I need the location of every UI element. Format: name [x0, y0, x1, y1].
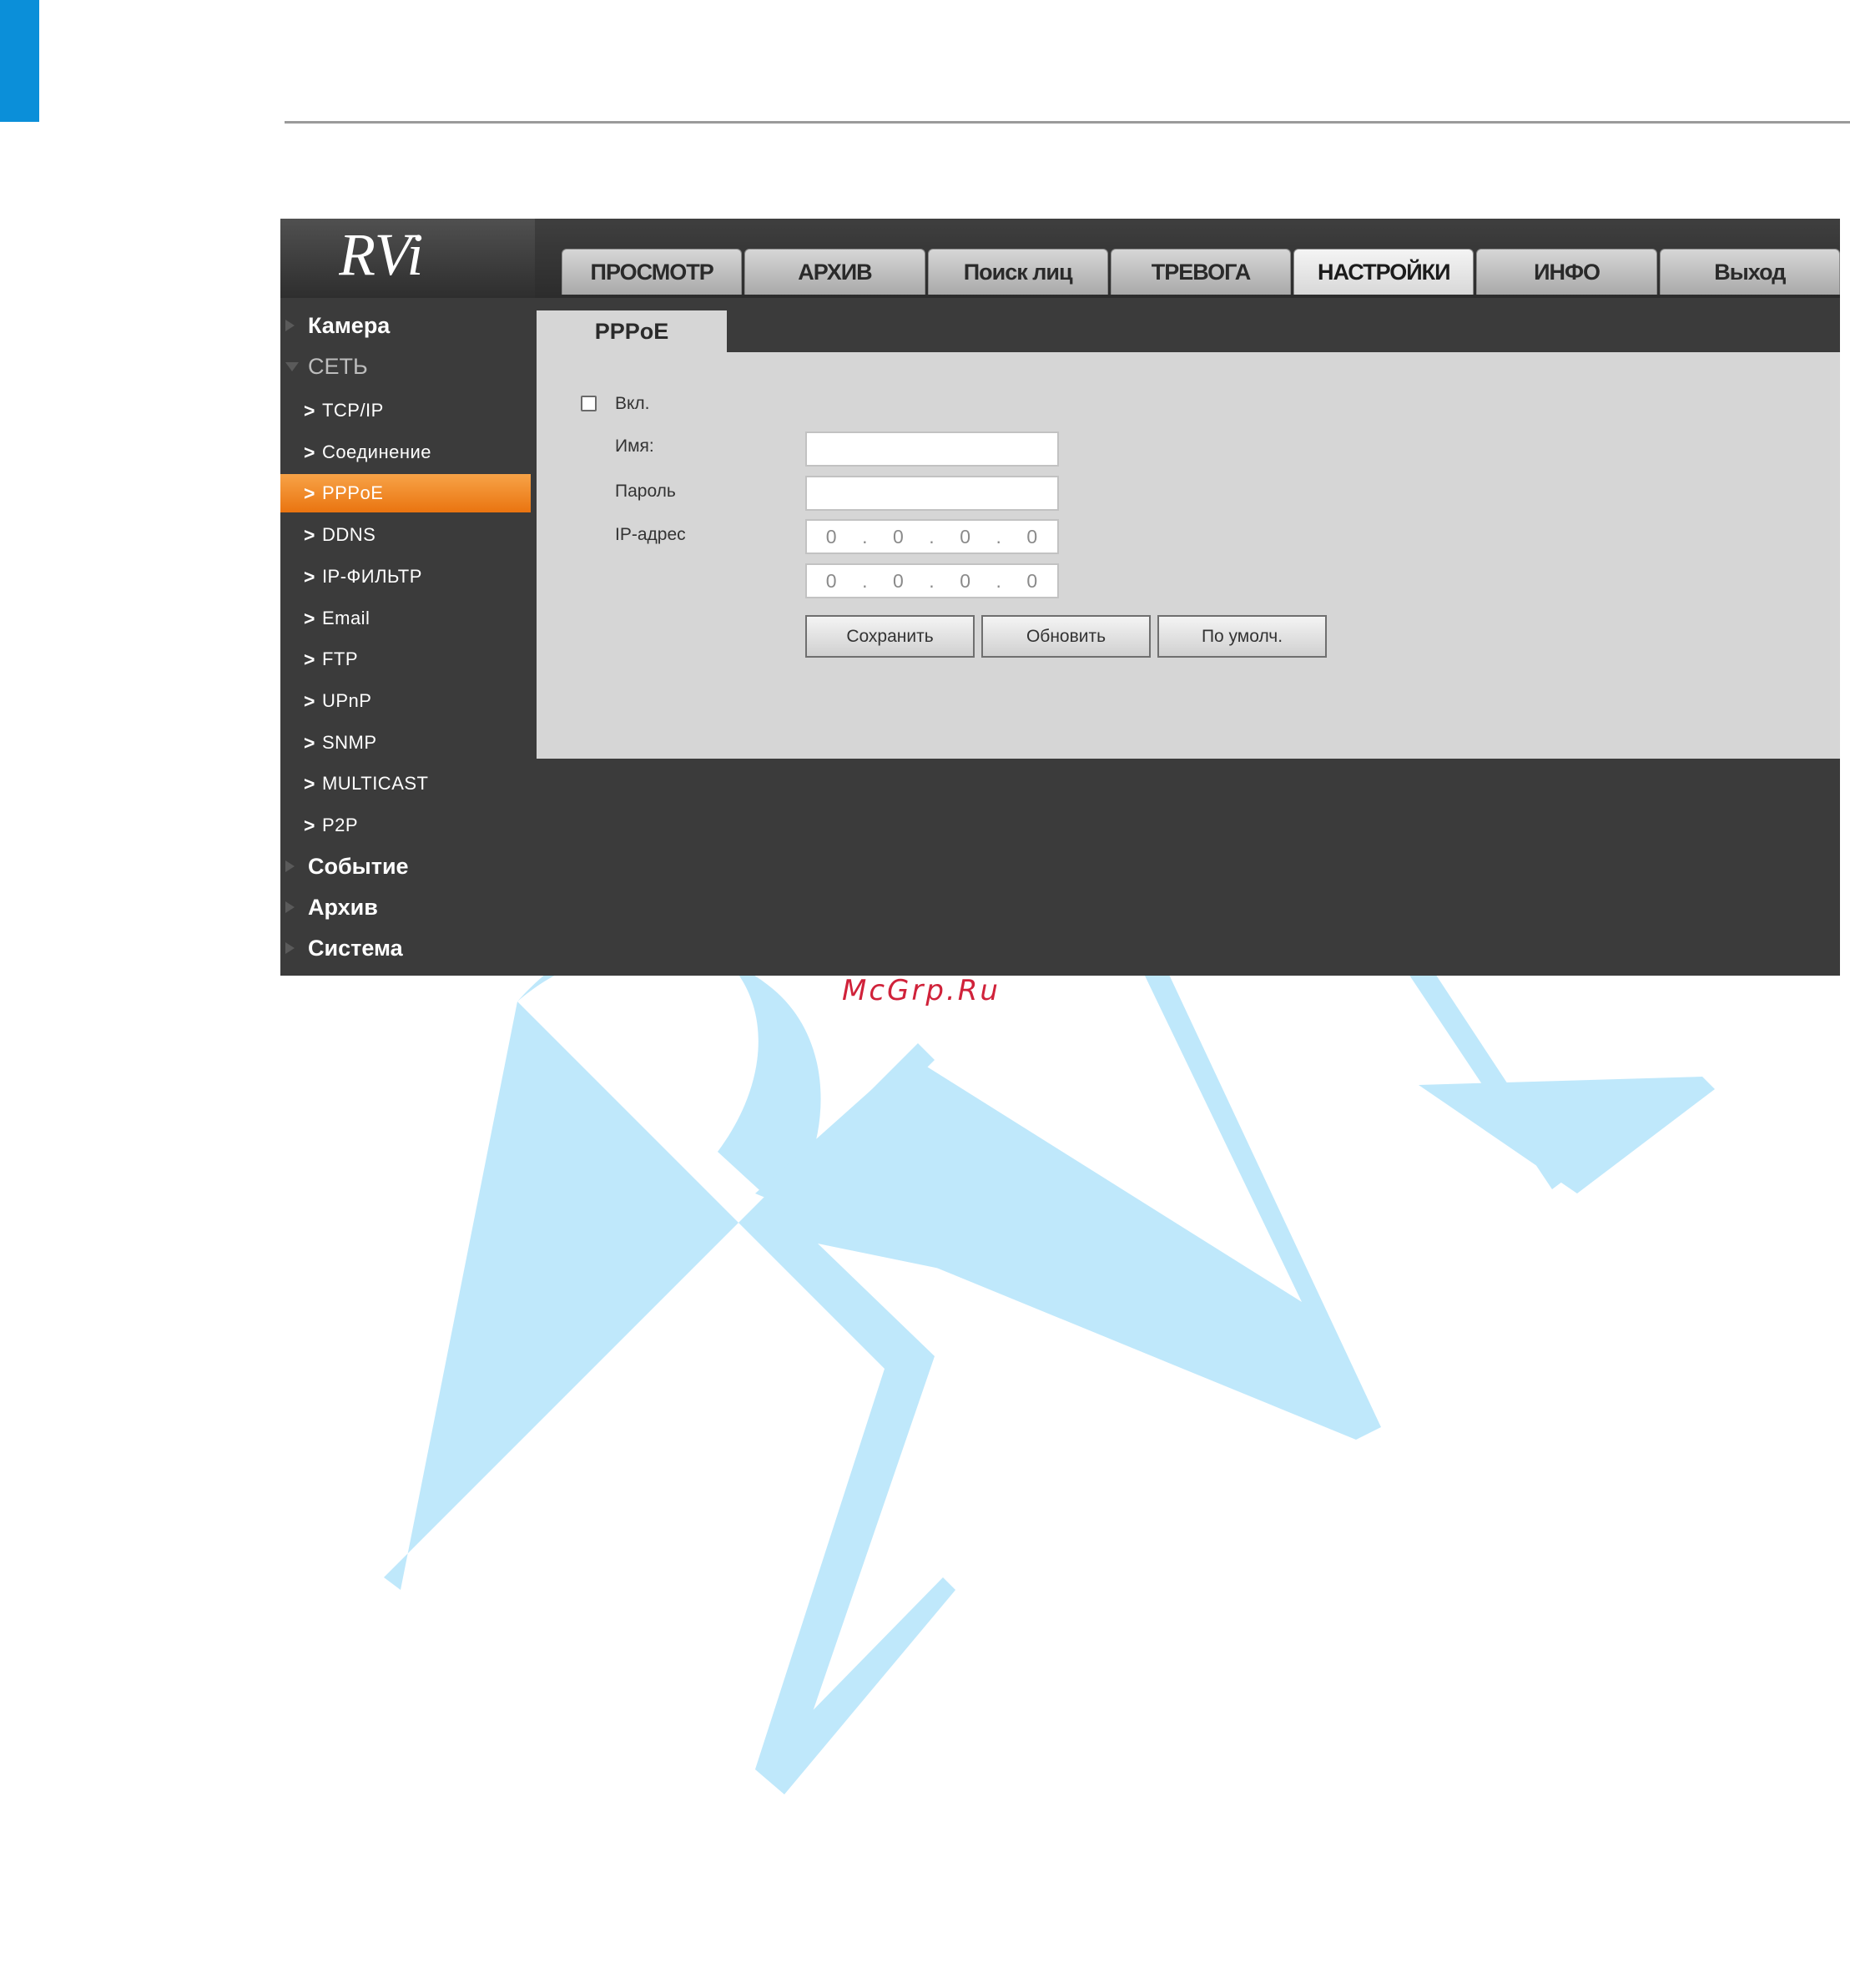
sidebar-item-label: MULTICAST [321, 773, 429, 794]
sidebar-item-snmp[interactable]: > SNMP [280, 724, 531, 762]
sidebar-group-network[interactable]: СЕТЬ [280, 347, 531, 386]
sidebar-group-archive[interactable]: Архив [280, 888, 531, 926]
sidebar-group-label: Камера [308, 312, 391, 338]
settings-sidebar: Камера СЕТЬ > TCP/IP > Соединение > PPPoE >… [280, 298, 531, 976]
ip-dot: . [929, 525, 935, 547]
ip-dot: . [996, 569, 1002, 592]
sidebar-item-label: PPPoE [321, 482, 384, 503]
chevron-right-icon: > [304, 689, 315, 712]
sidebar-group-event[interactable]: Событие [280, 847, 531, 886]
sidebar-item-pppoe[interactable]: > PPPoE [280, 474, 531, 512]
ip-address-input[interactable]: 0. 0. 0. 0 [805, 519, 1059, 554]
pppoe-form-panel: Вкл. Имя: Пароль IP-адрес 0. 0. 0. 0 0. … [537, 352, 1840, 759]
sidebar-group-label: Событие [308, 853, 409, 879]
collapsed-arrow-icon [285, 942, 295, 954]
sidebar-group-camera[interactable]: Камера [280, 306, 531, 345]
ip-dot: . [929, 569, 935, 592]
expanded-arrow-icon [285, 362, 299, 371]
enable-label: Вкл. [615, 394, 650, 413]
save-button[interactable]: Сохранить [805, 615, 975, 658]
username-input[interactable] [805, 431, 1059, 467]
sidebar-item-label: IP-ФИЛЬТР [321, 566, 422, 587]
refresh-button[interactable]: Обновить [981, 615, 1151, 658]
ip-address-input-2[interactable]: 0. 0. 0. 0 [805, 563, 1059, 598]
ip-octet: 0 [825, 569, 838, 592]
sidebar-item-tcpip[interactable]: > TCP/IP [280, 391, 531, 430]
chevron-right-icon: > [304, 814, 315, 836]
enable-checkbox[interactable] [581, 396, 597, 411]
tab-logout[interactable]: Выход [1659, 249, 1840, 295]
sidebar-group-label: СЕТЬ [308, 353, 368, 379]
sidebar-item-p2p[interactable]: > P2P [280, 806, 531, 845]
tab-face-search[interactable]: Поиск лиц [927, 249, 1108, 295]
chevron-right-icon: > [304, 523, 315, 546]
chevron-right-icon: > [304, 399, 315, 421]
ip-octet: 0 [825, 525, 838, 547]
rvi-logo-glyph: RVi [339, 223, 423, 288]
chevron-right-icon: > [304, 731, 315, 754]
dvr-web-interface: RVi ПРОСМОТР АРХИВ Поиск лиц ТРЕВОГА НАС… [280, 219, 1840, 976]
rvi-logo: RVi [280, 219, 535, 298]
ip-octet: 0 [892, 525, 905, 547]
subtab-strip [535, 298, 1840, 340]
main-tabs: ПРОСМОТР АРХИВ Поиск лиц ТРЕВОГА НАСТРОЙ… [562, 249, 1840, 295]
sidebar-item-label: Email [321, 608, 371, 628]
sidebar-item-label: DDNS [321, 524, 376, 545]
sidebar-item-label: P2P [321, 815, 359, 835]
chevron-right-icon: > [304, 565, 315, 588]
collapsed-arrow-icon [285, 901, 295, 913]
tab-alarm[interactable]: ТРЕВОГА [1110, 249, 1292, 295]
page-edge-bar [0, 0, 39, 122]
ip-dot: . [862, 525, 869, 547]
tab-archive[interactable]: АРХИВ [744, 249, 925, 295]
password-label: Пароль [615, 482, 676, 501]
default-button[interactable]: По умолч. [1157, 615, 1327, 658]
ip-octet: 0 [892, 569, 905, 592]
header-rule [285, 121, 1850, 124]
sidebar-group-system[interactable]: Система [280, 929, 531, 967]
sidebar-item-label: TCP/IP [321, 400, 384, 421]
chevron-right-icon: > [304, 441, 315, 463]
svg-text:RVi: RVi [339, 223, 423, 288]
ip-octet: 0 [1026, 569, 1039, 592]
chevron-right-icon: > [304, 607, 315, 629]
password-input[interactable] [805, 476, 1059, 511]
ip-octet: 0 [960, 525, 971, 547]
chevron-right-icon: > [304, 648, 315, 670]
sidebar-item-email[interactable]: > Email [280, 599, 531, 638]
chevron-right-icon: > [304, 772, 315, 795]
sidebar-item-multicast[interactable]: > MULTICAST [280, 764, 531, 803]
tab-settings[interactable]: НАСТРОЙКИ [1293, 249, 1474, 295]
sidebar-item-label: SNMP [321, 732, 377, 753]
ip-octet: 0 [960, 569, 971, 592]
tab-info[interactable]: ИНФО [1476, 249, 1657, 295]
sidebar-item-label: Соединение [321, 441, 431, 462]
site-watermark-text: McGrp.Ru [842, 974, 1001, 1007]
sidebar-item-connection[interactable]: > Соединение [280, 433, 531, 472]
sidebar-item-label: FTP [321, 648, 358, 669]
ip-octet: 0 [1026, 525, 1039, 547]
collapsed-arrow-icon [285, 320, 295, 331]
chevron-right-icon: > [304, 482, 315, 504]
username-label: Имя: [615, 436, 654, 456]
ip-dot: . [862, 569, 869, 592]
sidebar-item-label: UPnP [321, 690, 372, 711]
sidebar-item-ftp[interactable]: > FTP [280, 640, 531, 679]
sidebar-item-upnp[interactable]: > UPnP [280, 682, 531, 720]
ip-address-label: IP-адрес [615, 525, 686, 544]
collapsed-arrow-icon [285, 860, 295, 872]
subtab-pppoe[interactable]: PPPoE [537, 310, 727, 352]
sidebar-group-label: Система [308, 935, 403, 961]
settings-content: PPPoE Вкл. Имя: Пароль IP-адрес 0. 0. 0.… [535, 298, 1840, 976]
tab-view[interactable]: ПРОСМОТР [562, 249, 743, 295]
sidebar-item-ip-filter[interactable]: > IP-ФИЛЬТР [280, 558, 531, 596]
sidebar-item-ddns[interactable]: > DDNS [280, 516, 531, 554]
ip-dot: . [996, 525, 1002, 547]
sidebar-group-label: Архив [308, 894, 378, 920]
